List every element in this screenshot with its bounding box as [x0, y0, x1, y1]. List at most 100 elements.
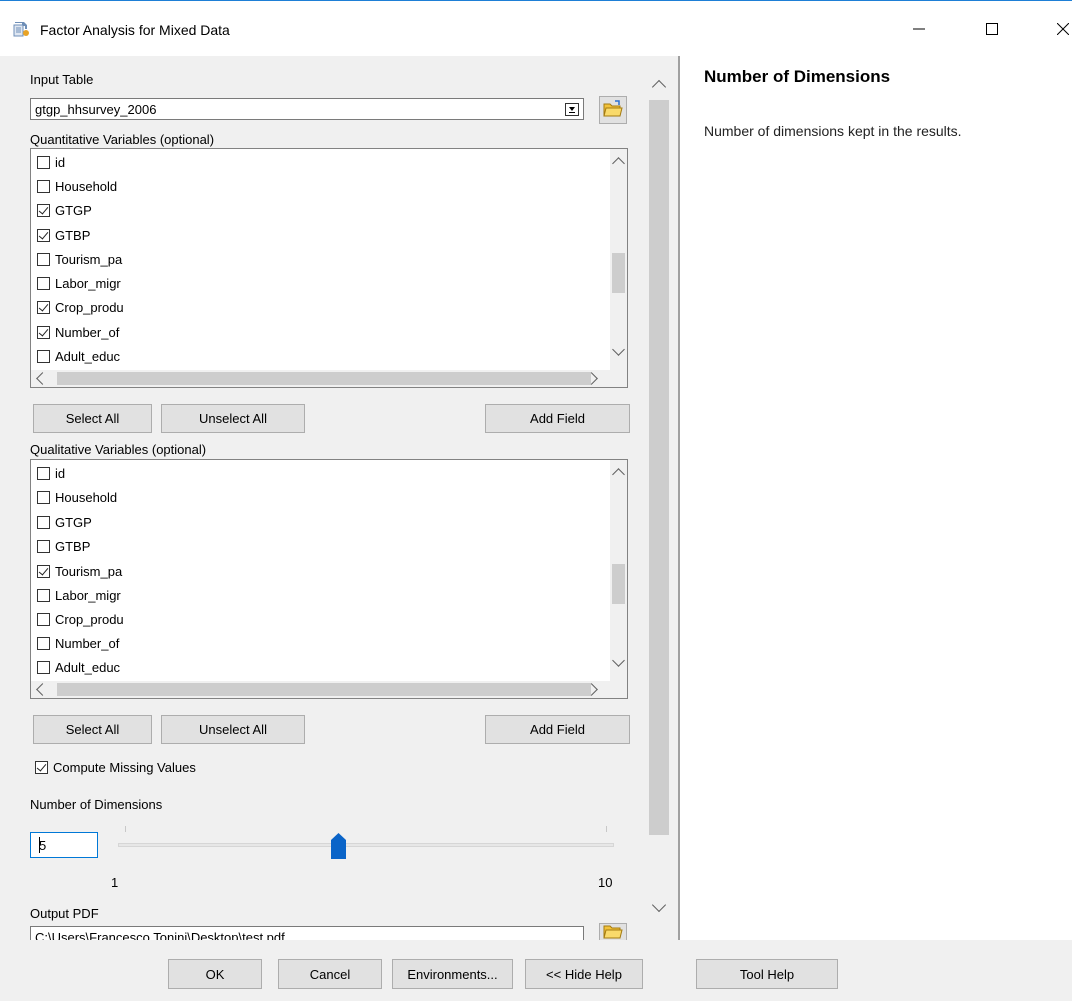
- horizontal-scrollbar[interactable]: [31, 370, 627, 387]
- chevron-up-icon[interactable]: [612, 468, 625, 481]
- text-caret: [39, 837, 40, 853]
- parameters-scrollbar[interactable]: [649, 70, 669, 930]
- minimize-icon: [913, 23, 925, 38]
- checkbox[interactable]: [37, 276, 50, 290]
- chevron-left-icon[interactable]: [36, 372, 49, 385]
- list-item[interactable]: id: [37, 151, 65, 173]
- vertical-scrollbar[interactable]: [610, 460, 627, 682]
- dimensions-slider[interactable]: [118, 843, 614, 847]
- quantitative-unselect-all-button[interactable]: Unselect All: [161, 404, 305, 433]
- checkbox[interactable]: [37, 228, 50, 242]
- qualitative-add-field-button[interactable]: Add Field: [485, 715, 630, 744]
- list-item-label: Household: [55, 489, 118, 505]
- checkbox[interactable]: [37, 515, 50, 529]
- list-item[interactable]: id: [37, 462, 65, 484]
- chevron-up-icon[interactable]: [651, 79, 667, 95]
- qualitative-unselect-all-button[interactable]: Unselect All: [161, 715, 305, 744]
- list-item[interactable]: Household: [37, 486, 117, 508]
- output-pdf-label: Output PDF: [30, 906, 99, 921]
- quantitative-listbox[interactable]: id Household GTGP GTBP Tourism_pa Labor_…: [30, 148, 628, 388]
- checkbox[interactable]: [37, 588, 50, 602]
- qualitative-listbox[interactable]: id Household GTGP GTBP Tourism_pa Labor_…: [30, 459, 628, 699]
- checkbox[interactable]: [37, 466, 50, 480]
- dropdown-arrow-icon[interactable]: [565, 103, 579, 116]
- input-table-value: gtgp_hhsurvey_2006: [35, 102, 157, 117]
- checkbox[interactable]: [37, 612, 50, 626]
- checkbox[interactable]: [37, 636, 50, 650]
- list-item-label: Number_of: [55, 635, 120, 651]
- chevron-up-icon[interactable]: [612, 157, 625, 170]
- list-item[interactable]: Number_of: [37, 632, 119, 654]
- horizontal-scrollbar[interactable]: [31, 681, 627, 698]
- slider-thumb[interactable]: [331, 833, 346, 859]
- compute-missing-label: Compute Missing Values: [53, 760, 196, 775]
- list-item[interactable]: GTBP: [37, 224, 90, 246]
- list-item[interactable]: Number_of: [37, 321, 119, 343]
- list-item-label: Tourism_pa: [55, 251, 123, 267]
- qualitative-select-all-button[interactable]: Select All: [33, 715, 152, 744]
- checkbox[interactable]: [37, 490, 50, 504]
- cancel-button[interactable]: Cancel: [278, 959, 382, 989]
- checkbox[interactable]: [37, 349, 50, 363]
- scrollbar-thumb[interactable]: [612, 253, 625, 293]
- maximize-button[interactable]: [969, 11, 1015, 49]
- checkbox[interactable]: [35, 761, 48, 774]
- list-item[interactable]: Crop_produ: [37, 296, 124, 318]
- checkbox[interactable]: [37, 300, 50, 314]
- chevron-down-icon[interactable]: [612, 343, 625, 356]
- list-item-label: GTBP: [55, 227, 91, 243]
- checkbox[interactable]: [37, 539, 50, 553]
- qualitative-label: Qualitative Variables (optional): [30, 442, 207, 457]
- hide-help-button[interactable]: << Hide Help: [525, 959, 643, 989]
- tool-script-icon: [12, 20, 30, 38]
- list-item[interactable]: Tourism_pa: [37, 560, 122, 582]
- list-item[interactable]: GTGP: [37, 199, 92, 221]
- list-item-label: Number_of: [55, 324, 120, 340]
- browse-output-button[interactable]: [599, 923, 627, 941]
- slider-tick: [125, 826, 126, 832]
- compute-missing-checkbox[interactable]: Compute Missing Values: [35, 760, 196, 775]
- help-title: Number of Dimensions: [704, 67, 891, 86]
- quantitative-add-field-button[interactable]: Add Field: [485, 404, 630, 433]
- list-item[interactable]: GTGP: [37, 511, 92, 533]
- checkbox[interactable]: [37, 325, 50, 339]
- scrollbar-thumb[interactable]: [57, 683, 591, 696]
- checkbox[interactable]: [37, 252, 50, 266]
- list-item-label: Household: [55, 178, 118, 194]
- checkbox[interactable]: [37, 155, 50, 169]
- input-table-combo[interactable]: gtgp_hhsurvey_2006: [30, 98, 584, 120]
- ok-button[interactable]: OK: [168, 959, 262, 989]
- close-button[interactable]: [1040, 11, 1072, 49]
- tool-help-button[interactable]: Tool Help: [696, 959, 838, 989]
- checkbox[interactable]: [37, 203, 50, 217]
- scrollbar-thumb[interactable]: [57, 372, 591, 385]
- input-table-label: Input Table: [30, 72, 94, 87]
- list-item[interactable]: Household: [37, 175, 117, 197]
- list-item[interactable]: Crop_produ: [37, 608, 124, 630]
- list-item[interactable]: Labor_migr: [37, 272, 121, 294]
- open-folder-icon: [603, 99, 623, 121]
- list-item[interactable]: Labor_migr: [37, 584, 121, 606]
- title-bar[interactable]: Factor Analysis for Mixed Data: [0, 1, 1072, 56]
- list-item[interactable]: Adult_educ: [37, 656, 120, 678]
- environments-button[interactable]: Environments...: [392, 959, 513, 989]
- chevron-down-icon[interactable]: [612, 654, 625, 667]
- list-item[interactable]: Adult_educ: [37, 345, 120, 367]
- browse-input-button[interactable]: [599, 96, 627, 124]
- slider-tick: [606, 826, 607, 832]
- chevron-left-icon[interactable]: [36, 683, 49, 696]
- minimize-button[interactable]: [896, 11, 942, 49]
- list-item-label: Crop_produ: [55, 299, 124, 315]
- scrollbar-thumb[interactable]: [612, 564, 625, 604]
- quantitative-select-all-button[interactable]: Select All: [33, 404, 152, 433]
- dimensions-input[interactable]: 5: [30, 832, 98, 858]
- list-item-label: Crop_produ: [55, 611, 124, 627]
- list-item[interactable]: Tourism_pa: [37, 248, 122, 270]
- checkbox[interactable]: [37, 179, 50, 193]
- chevron-down-icon[interactable]: [651, 897, 667, 913]
- vertical-scrollbar[interactable]: [610, 149, 627, 371]
- list-item[interactable]: GTBP: [37, 535, 90, 557]
- scrollbar-thumb[interactable]: [649, 100, 669, 835]
- checkbox[interactable]: [37, 660, 50, 674]
- checkbox[interactable]: [37, 564, 50, 578]
